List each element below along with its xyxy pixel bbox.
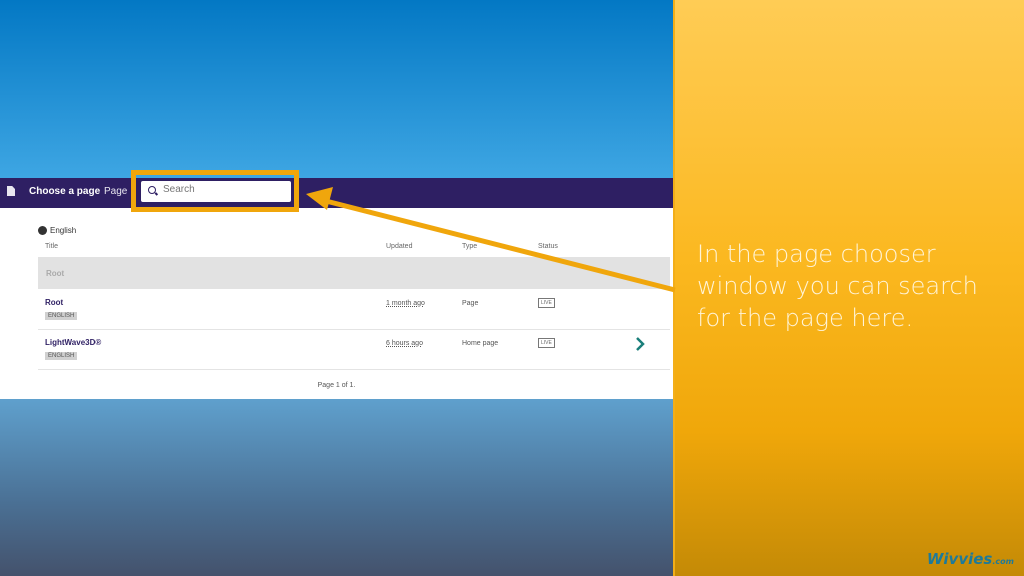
page-list: English Title Updated Type Status Root R… xyxy=(0,208,673,399)
locale-selector[interactable]: English xyxy=(38,226,76,235)
page-subtitle: Page xyxy=(104,186,128,197)
brand-logo: Wivvies.com xyxy=(926,550,1014,568)
pagination: Page 1 of 1. xyxy=(317,382,356,389)
caption-text: In the page chooser window you can searc… xyxy=(697,240,978,332)
background-bottom xyxy=(0,399,673,576)
column-header-status: Status xyxy=(538,243,558,250)
status-badge: LIVE xyxy=(538,338,555,348)
row-updated: 1 month ago xyxy=(386,300,425,307)
locale-badge: ENGLISH xyxy=(45,352,78,360)
column-header-updated: Updated xyxy=(386,243,413,250)
search-input[interactable] xyxy=(163,184,283,195)
search-icon xyxy=(148,186,156,194)
table-row[interactable]: Root ENGLISH 1 month ago Page LIVE xyxy=(38,290,670,330)
search-field[interactable] xyxy=(141,181,291,202)
table-row[interactable]: LightWave3D® ENGLISH 6 hours ago Home pa… xyxy=(38,330,670,370)
document-icon xyxy=(7,186,15,196)
background-top xyxy=(0,0,673,178)
parent-page-row[interactable]: Root xyxy=(38,257,670,289)
locale-badge: ENGLISH xyxy=(45,312,78,320)
page-chooser-header: Choose a page Page xyxy=(0,178,673,208)
column-header-type: Type xyxy=(462,243,478,250)
row-title[interactable]: LightWave3D® xyxy=(45,338,101,347)
page-title: Choose a page xyxy=(29,186,101,197)
column-header-title: Title xyxy=(45,243,58,250)
row-type: Home page xyxy=(462,340,499,347)
caption-panel: In the page chooser window you can searc… xyxy=(673,0,1024,576)
globe-icon xyxy=(38,226,47,235)
row-type: Page xyxy=(462,300,479,307)
status-badge: LIVE xyxy=(538,298,555,308)
row-title[interactable]: Root xyxy=(45,298,63,307)
row-updated: 6 hours ago xyxy=(386,340,423,347)
chevron-right-icon[interactable] xyxy=(632,336,648,352)
